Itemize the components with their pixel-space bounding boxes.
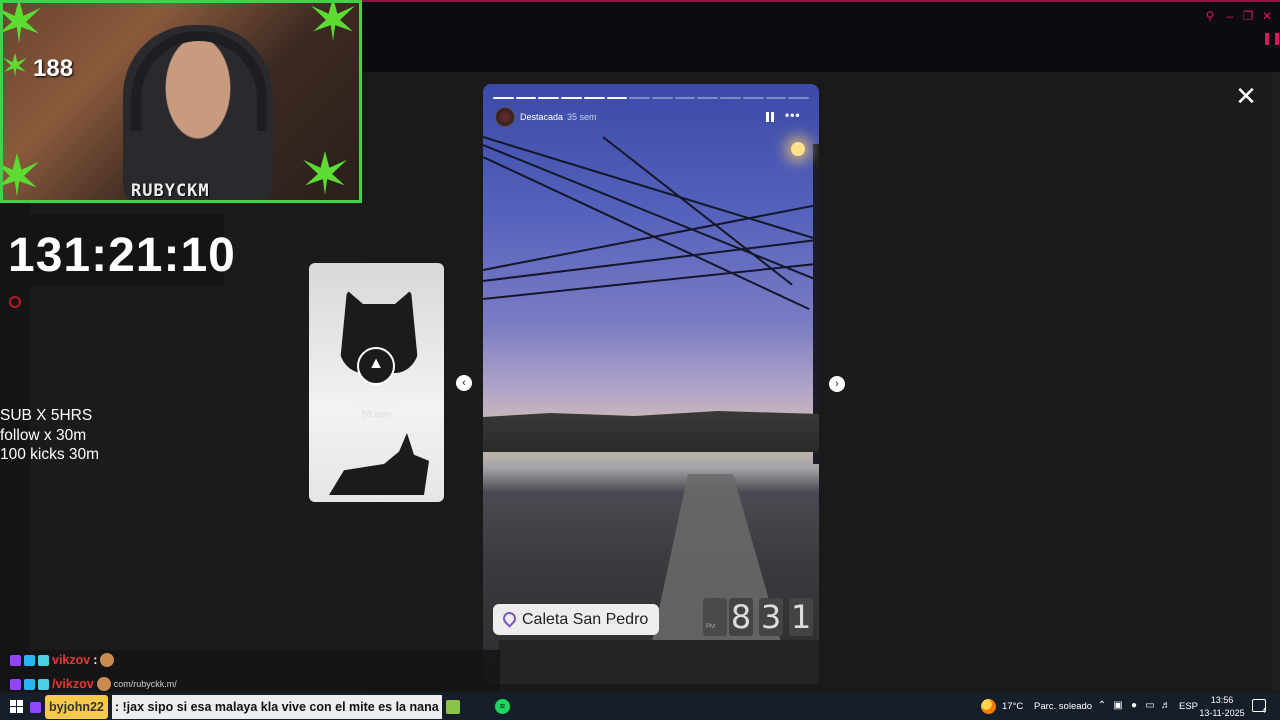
- chat-text: com/rubyckk.m/: [113, 679, 177, 689]
- leaf-decoration: [3, 3, 41, 43]
- story-progress-segment: [788, 97, 809, 99]
- chat-username: vikzov: [52, 653, 91, 667]
- power-line: [483, 156, 810, 311]
- volume-icon[interactable]: ♬: [1160, 700, 1172, 712]
- leaf-decoration: [3, 153, 39, 197]
- spotify-icon[interactable]: ≈: [495, 699, 510, 714]
- chevron-up-icon[interactable]: ⌃: [1096, 700, 1108, 712]
- goal-line: SUB X 5HRS: [0, 407, 93, 424]
- emote-icon: [445, 700, 460, 714]
- power-line: [483, 136, 819, 244]
- story-progress-segment: [652, 97, 673, 99]
- chat-username: byjohn22: [45, 695, 108, 719]
- story-reply-area[interactable]: [499, 640, 819, 684]
- story-progress-segment: [720, 97, 741, 99]
- emote-icon: [100, 653, 115, 667]
- chevron-right-icon[interactable]: ›: [829, 376, 845, 392]
- webcam-feed: 188 RUBYCKM: [0, 0, 362, 203]
- badge-icon: [30, 701, 41, 713]
- leaf-decoration: [311, 3, 355, 41]
- restore-icon[interactable]: ❐: [1240, 8, 1256, 24]
- goal-line: follow x 30m: [0, 426, 87, 444]
- story-progress-segment: [561, 97, 582, 99]
- location-sticker[interactable]: Caleta San Pedro: [493, 604, 659, 635]
- location-pin-icon: [500, 609, 519, 628]
- story-progress-segment: [765, 97, 787, 99]
- clock-sticker: PM 8 3 1: [703, 598, 813, 638]
- chat-message: /vikzov com/rubyckk.m/: [10, 677, 177, 691]
- cat-silhouette: [329, 433, 429, 495]
- story-progress-segment: [629, 97, 650, 99]
- story-progress-segment: [515, 97, 537, 99]
- chat-text: : !jax sipo si esa malaya kla vive con e…: [111, 695, 442, 719]
- chevron-left-icon[interactable]: ‹: [456, 375, 472, 391]
- leaf-decoration: [303, 151, 347, 195]
- avatar[interactable]: [495, 107, 515, 127]
- taskbar-date[interactable]: 13-11-2025: [1196, 708, 1248, 718]
- taskbar-time[interactable]: 13:56: [1200, 695, 1244, 705]
- story-progress-segment: [697, 97, 719, 99]
- cam-watermark: RUBYCKM: [131, 181, 210, 201]
- settings-icon[interactable]: [9, 296, 21, 308]
- badge-icon: [38, 654, 49, 666]
- location-name: Caleta San Pedro: [522, 611, 649, 628]
- more-options-icon[interactable]: •••: [785, 108, 801, 122]
- badge-icon: [24, 654, 35, 666]
- window-close-icon[interactable]: ✕: [1259, 8, 1275, 24]
- subathon-timer: 131:21:10: [8, 229, 236, 282]
- clock-ampm: PM: [703, 598, 727, 636]
- chat-username: /vikzov: [52, 677, 94, 691]
- badge-icon: [38, 678, 49, 690]
- previous-highlight-name: Destacada: [354, 396, 399, 406]
- app-tray-icon[interactable]: ▣: [1112, 700, 1124, 712]
- emote-icon: [96, 677, 111, 691]
- close-icon[interactable]: ✕: [1234, 83, 1258, 109]
- pause-indicator-icon: ❚❚: [1262, 31, 1280, 45]
- story-author[interactable]: Destacada: [520, 112, 563, 122]
- notification-count: 4: [1262, 708, 1266, 715]
- story-progress-segment: [538, 97, 560, 99]
- windows-start-icon[interactable]: [10, 700, 23, 713]
- clock-digit: 1: [789, 598, 813, 636]
- chat-message: vikzov :: [10, 653, 115, 667]
- previous-highlight-card[interactable]: ▲: [309, 263, 444, 502]
- goals-list: SUB X 5HRS follow x 30m 100 kicks 30m: [0, 406, 99, 465]
- cat-icon: ▲: [368, 355, 384, 372]
- leaf-decoration: [3, 53, 27, 77]
- network-icon[interactable]: ▭: [1144, 700, 1156, 712]
- chat-text: :: [93, 653, 98, 667]
- badge-icon: [10, 678, 21, 690]
- story-progress-segment: [742, 97, 764, 99]
- search-icon[interactable]: ⚲: [1202, 8, 1218, 24]
- hills: [483, 411, 819, 452]
- story-progress-segment: [493, 97, 514, 99]
- clock-digit: 3: [759, 598, 783, 636]
- goal-line: 100 kicks 30m: [0, 446, 100, 463]
- highlighted-chat-message: byjohn22 : !jax sipo si esa malaya kla v…: [30, 695, 460, 719]
- viewer-count: 188: [33, 55, 74, 82]
- weather-temp[interactable]: 17°C: [1002, 693, 1023, 720]
- story-progress-segment: [606, 97, 628, 99]
- weather-desc[interactable]: Parc. soleado: [1034, 693, 1092, 720]
- clock-digit: 8: [729, 598, 753, 636]
- story-progress-segment: [583, 97, 605, 99]
- story-age: 35 sem: [567, 112, 597, 122]
- story-progress-segment: [674, 97, 696, 99]
- scrollbar[interactable]: [1272, 72, 1280, 690]
- story-card[interactable]: Destacada 35 sem ••• Caleta San Pedro PM…: [483, 84, 819, 684]
- previous-highlight-age: 58 sem: [361, 409, 392, 419]
- microphone-icon[interactable]: ●: [1128, 700, 1140, 712]
- badge-icon: [10, 654, 21, 666]
- badge-icon: [24, 678, 35, 690]
- pause-icon[interactable]: [764, 110, 776, 124]
- weather-icon[interactable]: [981, 699, 996, 714]
- street-lamp: [791, 142, 805, 156]
- minimize-icon[interactable]: –: [1222, 8, 1238, 24]
